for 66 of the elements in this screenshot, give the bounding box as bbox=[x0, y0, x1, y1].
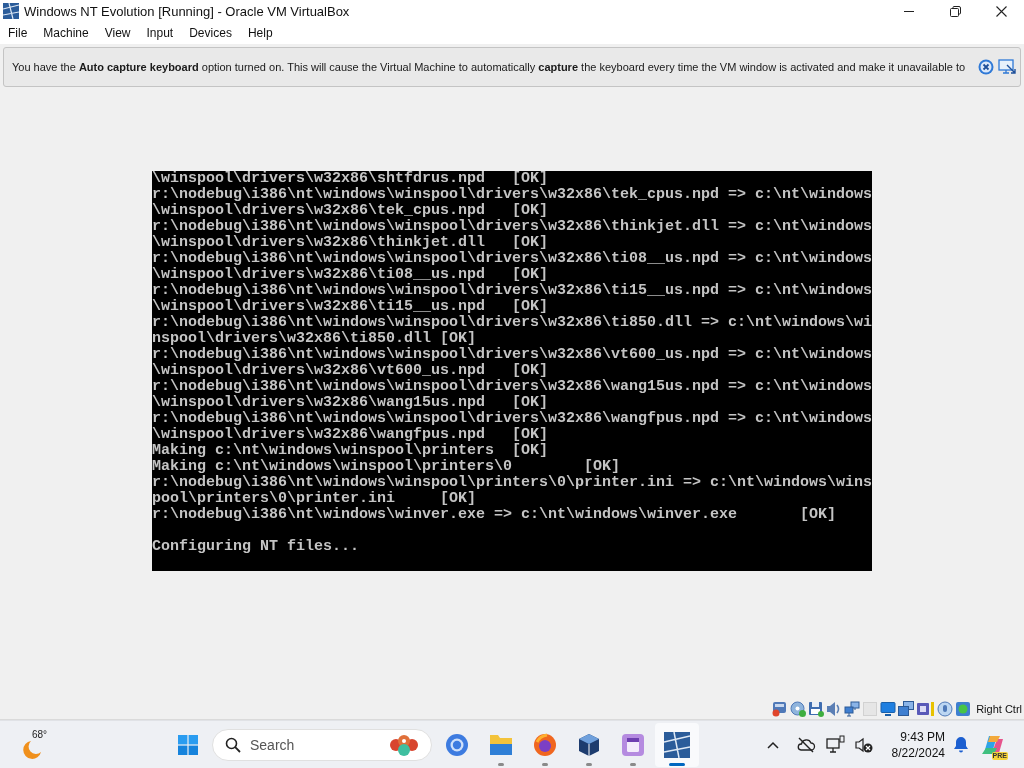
console-line: \winspool\drivers\w32x86\thinkjet.dll [OK] bbox=[152, 235, 549, 251]
taskbar-button[interactable] bbox=[655, 722, 699, 767]
app-icon bbox=[3, 3, 19, 19]
monitor-arrow-icon[interactable] bbox=[998, 59, 1016, 75]
indicator-light-icon[interactable] bbox=[955, 700, 972, 717]
ring-icon bbox=[445, 732, 469, 757]
network-icon[interactable] bbox=[844, 700, 861, 717]
menu-item[interactable]: Input bbox=[138, 24, 182, 42]
speaker-muted-icon[interactable] bbox=[855, 736, 873, 753]
optical-disc-icon[interactable] bbox=[790, 700, 807, 717]
chevron-up-icon[interactable] bbox=[767, 740, 779, 749]
console-line: r:\nodebug\i386\nt\windows\winspool\drivers\w32x86\ti08__us.npd => c:\nt\windows bbox=[152, 251, 873, 267]
console-line: r:\nodebug\i386\nt\windows\winspool\drivers\w32x86\ti850.dll => c:\nt\windows\wi bbox=[152, 315, 873, 331]
window-tile-icon bbox=[664, 731, 690, 758]
monitor-icon[interactable] bbox=[826, 735, 845, 754]
mouse-icon[interactable] bbox=[937, 700, 954, 717]
menu-item[interactable]: Machine bbox=[35, 24, 97, 42]
console-line: Making c:\nt\windows\winspool\printers [OK] bbox=[152, 443, 549, 459]
console-line: \winspool\drivers\w32x86\wangfpus.npd [OK] bbox=[152, 427, 549, 443]
cube-icon bbox=[577, 732, 601, 757]
restore-icon bbox=[949, 5, 961, 17]
console-line: r:\nodebug\i386\nt\windows\winspool\drivers\w32x86\thinkjet.dll => c:\nt\windows bbox=[152, 219, 873, 235]
start-icon bbox=[178, 734, 198, 755]
clock-date[interactable]: 8/22/2024 bbox=[891, 744, 945, 761]
stacked-windows-icon[interactable] bbox=[898, 700, 915, 717]
menu-item[interactable]: Help bbox=[239, 24, 281, 42]
search-field[interactable]: Search bbox=[212, 728, 432, 761]
search-icon bbox=[225, 736, 241, 753]
console-line: r:\nodebug\i386\nt\windows\winspool\printers\0\printer.ini => c:\nt\windows\wins bbox=[152, 475, 873, 491]
console-line: \winspool\drivers\w32x86\ti15__us.npd [OK] bbox=[152, 299, 549, 315]
bell-icon[interactable] bbox=[953, 736, 969, 753]
console-line: \winspool\drivers\w32x86\wang15us.npd [OK] bbox=[152, 395, 549, 411]
close-icon bbox=[995, 5, 1007, 17]
menu-item[interactable]: File bbox=[0, 24, 36, 42]
console-line: Making c:\nt\windows\winspool\printers\0 [OK] bbox=[152, 459, 621, 475]
hard-disk-icon[interactable] bbox=[772, 700, 789, 717]
console-line: r:\nodebug\i386\nt\windows\winspool\drivers\w32x86\vt600_us.npd => c:\nt\windows bbox=[152, 347, 873, 363]
doodle-icon bbox=[389, 732, 419, 757]
host-key-label: Right Ctrl bbox=[976, 702, 1022, 715]
notice-message: You have the Auto capture keyboard option turned on. This will cause the Virtual Machine to automatically capture the keyboard every time the VM window is activated and make it unavailable to bbox=[12, 61, 966, 73]
console-line: r:\nodebug\i386\nt\windows\winspool\drivers\w32x86\ti15__us.npd => c:\nt\windows bbox=[152, 283, 873, 299]
console-line: r:\nodebug\i386\nt\windows\winspool\drivers\w32x86\tek_cpus.npd => c:\nt\windows bbox=[152, 187, 873, 203]
notepad-icon bbox=[622, 733, 644, 756]
console-line: \winspool\drivers\w32x86\shtfdrus.npd [OK] bbox=[152, 171, 549, 187]
display-icon[interactable] bbox=[880, 700, 897, 717]
console-line: nspool\drivers\w32x86\ti850.dll [OK] bbox=[152, 331, 477, 347]
console-line: r:\nodebug\i386\nt\windows\winver.exe => c:\nt\windows\winver.exe [OK] bbox=[152, 507, 837, 523]
console-line: r:\nodebug\i386\nt\windows\winspool\drivers\w32x86\wang15us.npd => c:\nt\windows bbox=[152, 379, 873, 395]
temperature-text[interactable]: 68° bbox=[32, 729, 48, 740]
menu-item[interactable]: Devices bbox=[181, 24, 240, 42]
close-icon[interactable] bbox=[978, 59, 994, 75]
window-title: Windows NT Evolution [Running] - Oracle VM VirtualBox bbox=[24, 3, 350, 19]
minimize-icon bbox=[904, 10, 914, 12]
console-line: r:\nodebug\i386\nt\windows\winspool\drivers\w32x86\wangfpus.npd => c:\nt\windows bbox=[152, 411, 873, 427]
empty-tile-icon[interactable] bbox=[862, 700, 879, 717]
level-meter-icon[interactable] bbox=[916, 700, 936, 717]
cloud-off-icon[interactable] bbox=[796, 736, 816, 753]
clock-time[interactable]: 9:43 PM bbox=[900, 728, 945, 745]
console-line: \winspool\drivers\w32x86\vt600_us.npd [OK] bbox=[152, 363, 549, 379]
console-line: pool\printers\0\printer.ini [OK] bbox=[152, 491, 477, 507]
menu-item[interactable]: View bbox=[96, 24, 139, 42]
folder-icon bbox=[489, 733, 513, 756]
console-line: \winspool\drivers\w32x86\tek_cpus.npd [OK] bbox=[152, 203, 549, 219]
browser-icon bbox=[533, 732, 557, 757]
console-line: \winspool\drivers\w32x86\ti08__us.npd [OK] bbox=[152, 267, 549, 283]
console-status-line: Configuring NT files... bbox=[152, 539, 360, 555]
